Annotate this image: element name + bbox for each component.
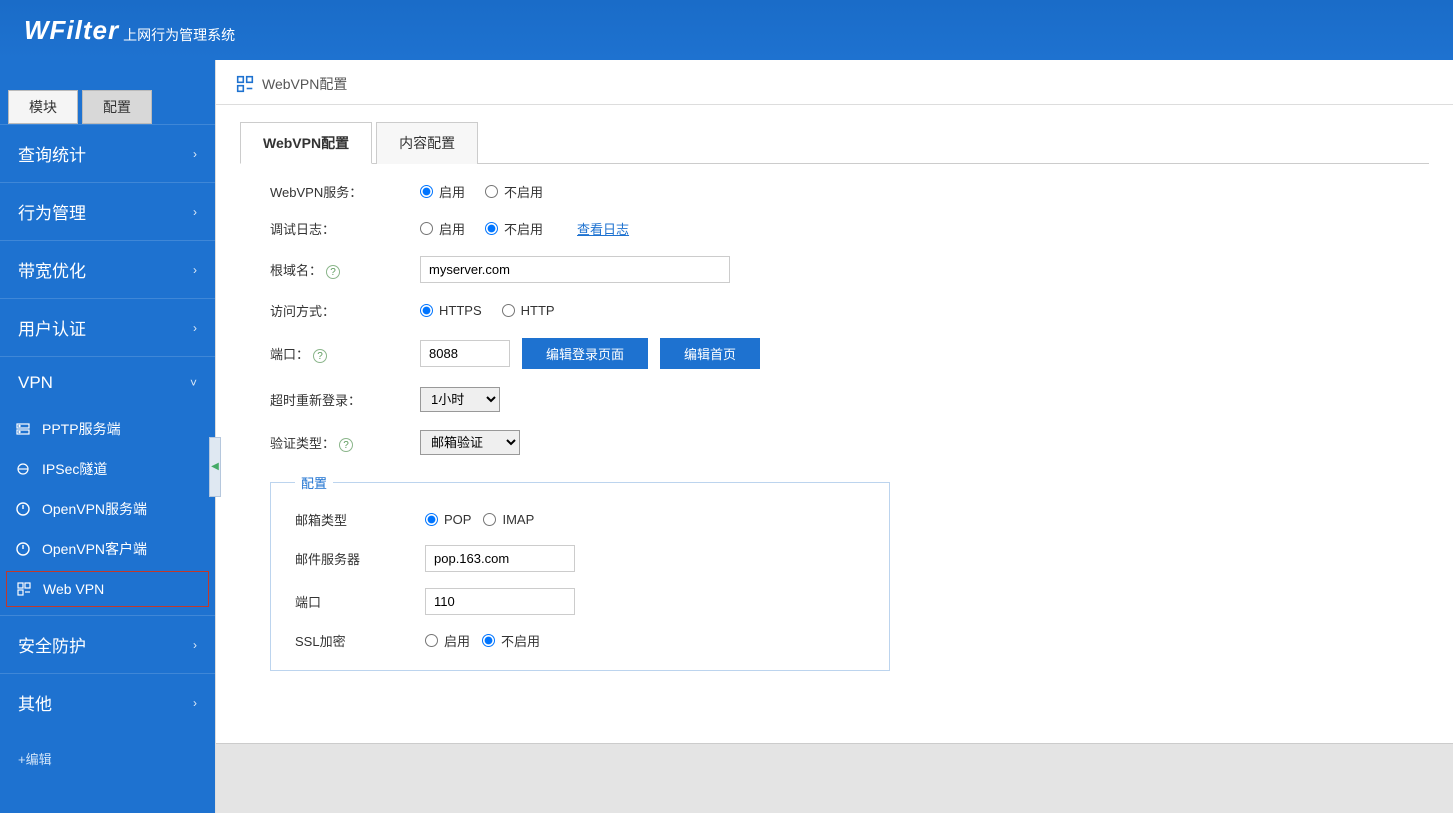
label-timeout: 超时重新登录：	[270, 390, 420, 409]
fieldset-legend: 配置	[295, 473, 333, 492]
label-mail-port: 端口	[295, 592, 425, 611]
mail-config-fieldset: 配置 邮箱类型 POP IMAP 邮件服务器 端口	[270, 473, 890, 671]
nav-group-label: 行为管理	[18, 199, 86, 224]
mail-port-input[interactable]	[425, 588, 575, 615]
help-icon[interactable]: ?	[339, 438, 353, 452]
nav-group-label: 安全防护	[18, 632, 86, 657]
label-mail-server: 邮件服务器	[295, 549, 425, 568]
radio-imap[interactable]: IMAP	[483, 512, 534, 527]
nav-group-label: 用户认证	[18, 315, 86, 340]
nav-group-vpn[interactable]: VPN ˅	[0, 357, 215, 409]
label-port: 端口：?	[270, 344, 420, 364]
brand-subtitle: 上网行为管理系统	[123, 25, 235, 45]
nav-group-label: 其他	[18, 690, 52, 715]
sidebar-collapse-handle[interactable]: ◀	[209, 437, 221, 497]
label-ssl: SSL加密	[295, 631, 425, 650]
sidebar: 模块 配置 查询统计 › 行为管理 › 带宽优化 › 用户认证	[0, 60, 215, 813]
chevron-down-icon: ˅	[190, 376, 197, 390]
help-icon[interactable]: ?	[326, 265, 340, 279]
nav-group-label: 查询统计	[18, 141, 86, 166]
nav-group-other[interactable]: 其他 ›	[0, 674, 215, 731]
mail-server-input[interactable]	[425, 545, 575, 572]
label-mail-type: 邮箱类型	[295, 510, 425, 529]
root-domain-input[interactable]	[420, 256, 730, 283]
sidebar-item-pptp[interactable]: PPTP服务端	[0, 409, 215, 449]
tab-content-config[interactable]: 内容配置	[376, 122, 478, 164]
radio-http[interactable]: HTTP	[502, 303, 555, 318]
nav-group-auth[interactable]: 用户认证 ›	[0, 299, 215, 356]
label-service: WebVPN服务：	[270, 182, 420, 201]
label-auth: 验证类型：?	[270, 433, 420, 453]
tab-webvpn-config[interactable]: WebVPN配置	[240, 122, 372, 164]
chevron-right-icon: ›	[193, 263, 197, 277]
sidebar-edit-link[interactable]: +编辑	[0, 731, 215, 786]
port-input[interactable]	[420, 340, 510, 367]
sidebar-tab-module[interactable]: 模块	[8, 90, 78, 124]
label-root-domain: 根域名：?	[270, 260, 420, 280]
auth-type-select[interactable]: 邮箱验证	[420, 430, 520, 455]
edit-login-page-button[interactable]: 编辑登录页面	[522, 338, 648, 369]
sidebar-item-label: OpenVPN服务端	[42, 499, 147, 519]
sidebar-item-label: IPSec隧道	[42, 459, 107, 479]
radio-https[interactable]: HTTPS	[420, 303, 482, 318]
chevron-right-icon: ›	[193, 205, 197, 219]
label-access: 访问方式：	[270, 301, 420, 320]
openvpn-icon	[14, 540, 32, 558]
openvpn-icon	[14, 500, 32, 518]
sidebar-item-label: Web VPN	[43, 581, 104, 597]
webvpn-icon	[15, 580, 33, 598]
help-icon[interactable]: ?	[313, 349, 327, 363]
chevron-right-icon: ›	[193, 147, 197, 161]
sidebar-item-ipsec[interactable]: IPSec隧道	[0, 449, 215, 489]
server-icon	[14, 420, 32, 438]
webvpn-icon	[236, 75, 254, 93]
radio-debug-disable[interactable]: 不启用	[485, 219, 543, 238]
radio-service-enable[interactable]: 启用	[420, 182, 465, 201]
chevron-right-icon: ›	[193, 638, 197, 652]
edit-home-page-button[interactable]: 编辑首页	[660, 338, 760, 369]
nav-group-label: 带宽优化	[18, 257, 86, 282]
footer-bar	[216, 743, 1453, 813]
main-panel: WebVPN配置 WebVPN配置 内容配置 WebVPN服务： 启用 不启用 …	[215, 60, 1453, 813]
breadcrumb: WebVPN配置	[216, 60, 1453, 105]
radio-service-disable[interactable]: 不启用	[485, 182, 543, 201]
radio-pop[interactable]: POP	[425, 512, 471, 527]
content-tabs: WebVPN配置 内容配置	[240, 121, 1429, 164]
app-header: WFilter 上网行为管理系统	[0, 0, 1453, 60]
sidebar-item-openvpn-client[interactable]: OpenVPN客户端	[0, 529, 215, 569]
sidebar-tab-config[interactable]: 配置	[82, 90, 152, 124]
radio-debug-enable[interactable]: 启用	[420, 219, 465, 238]
sidebar-item-webvpn[interactable]: Web VPN	[6, 571, 209, 607]
label-debug: 调试日志：	[270, 219, 420, 238]
nav-group-security[interactable]: 安全防护 ›	[0, 616, 215, 673]
breadcrumb-title: WebVPN配置	[262, 74, 347, 94]
tunnel-icon	[14, 460, 32, 478]
nav-group-query[interactable]: 查询统计 ›	[0, 125, 215, 182]
nav-group-behavior[interactable]: 行为管理 ›	[0, 183, 215, 240]
sidebar-item-label: OpenVPN客户端	[42, 539, 147, 559]
chevron-right-icon: ›	[193, 696, 197, 710]
view-log-link[interactable]: 查看日志	[577, 219, 629, 238]
brand-name: WFilter	[24, 15, 119, 46]
sidebar-item-label: PPTP服务端	[42, 419, 121, 439]
timeout-select[interactable]: 1小时	[420, 387, 500, 412]
radio-ssl-disable[interactable]: 不启用	[482, 631, 540, 650]
chevron-right-icon: ›	[193, 321, 197, 335]
radio-ssl-enable[interactable]: 启用	[425, 631, 470, 650]
nav-group-label: VPN	[18, 373, 53, 393]
nav-group-bandwidth[interactable]: 带宽优化 ›	[0, 241, 215, 298]
sidebar-item-openvpn-server[interactable]: OpenVPN服务端	[0, 489, 215, 529]
